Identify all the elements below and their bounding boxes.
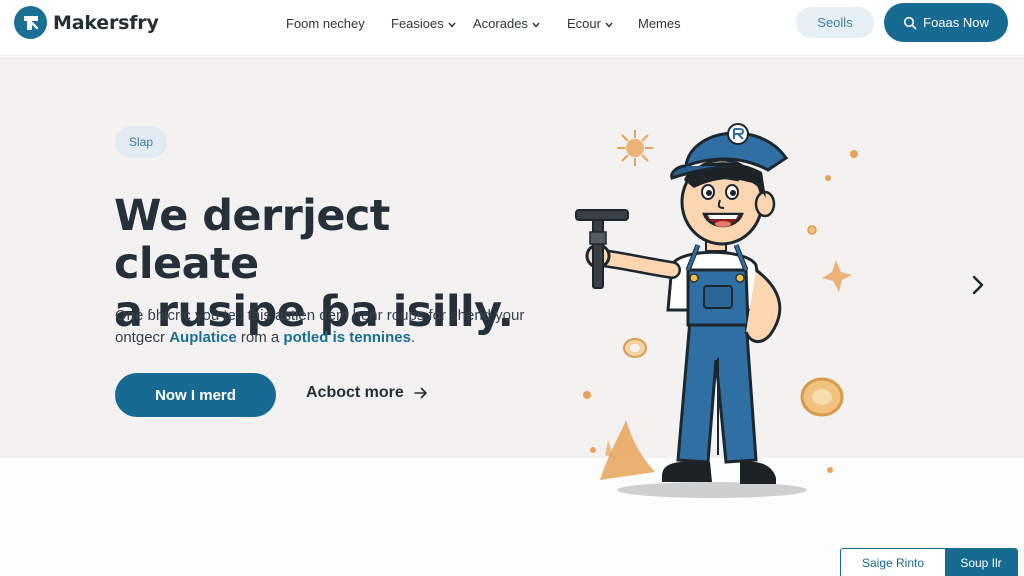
chevron-down-icon [605,16,613,31]
subtitle-link-1[interactable]: Auplatice [169,329,237,346]
learn-more-button[interactable]: Acboct more [306,384,428,402]
bottom-widget: Saige Rinto Soup Ilr [840,548,1018,576]
search-button[interactable]: Seolls [796,7,874,38]
brand-name: Makersfry [53,11,159,34]
nav-label: Ecour [567,16,601,31]
subtitle-line-1: One ɓhicric you tec this astien dem henr… [115,307,525,324]
chevron-down-icon [532,16,540,31]
nav-label: Foom nechey [286,16,365,31]
subtitle-text: . [410,329,416,346]
headline-line-1: We derrject cleate [114,191,390,289]
widget-right-button[interactable]: Soup Ilr [945,549,1017,576]
nav-label: Acorades [473,16,528,31]
cta-label: Foaas Now [923,15,989,30]
search-icon [904,16,917,29]
nav-item-acorades[interactable]: Acorades [473,16,540,31]
primary-button[interactable]: Now I merd [115,373,276,417]
site-header: Makersfry Foom nechey Feasioes Acorades … [0,0,1024,56]
nav-label: Memes [638,16,681,31]
nav-item-ecour[interactable]: Ecour [567,16,613,31]
chevron-right-icon [972,275,984,295]
hero-tag: Slap [115,126,167,158]
logo-icon [14,6,47,39]
nav-item-features[interactable]: Feasioes [391,16,456,31]
nav-item-memes[interactable]: Memes [638,16,681,31]
plumber-illustration [575,123,858,498]
subtitle-link-2[interactable]: potled is tennines [283,329,411,346]
subtitle-text: rom a [236,329,284,346]
nav-label: Feasioes [391,16,444,31]
subtitle-text: ontgecr [115,329,170,346]
brand-logo[interactable]: Makersfry [14,6,159,39]
learn-more-label: Acboct more [306,384,404,401]
arrow-right-icon [413,387,427,399]
nav-item-home[interactable]: Foom nechey [286,16,365,31]
chevron-down-icon [448,16,456,31]
cta-button[interactable]: Foaas Now [884,3,1008,42]
widget-left-button[interactable]: Saige Rinto [841,549,945,576]
carousel-next-button[interactable] [966,272,990,298]
hero-subtitle: One ɓhicric you tec this astien dem henr… [115,305,535,349]
